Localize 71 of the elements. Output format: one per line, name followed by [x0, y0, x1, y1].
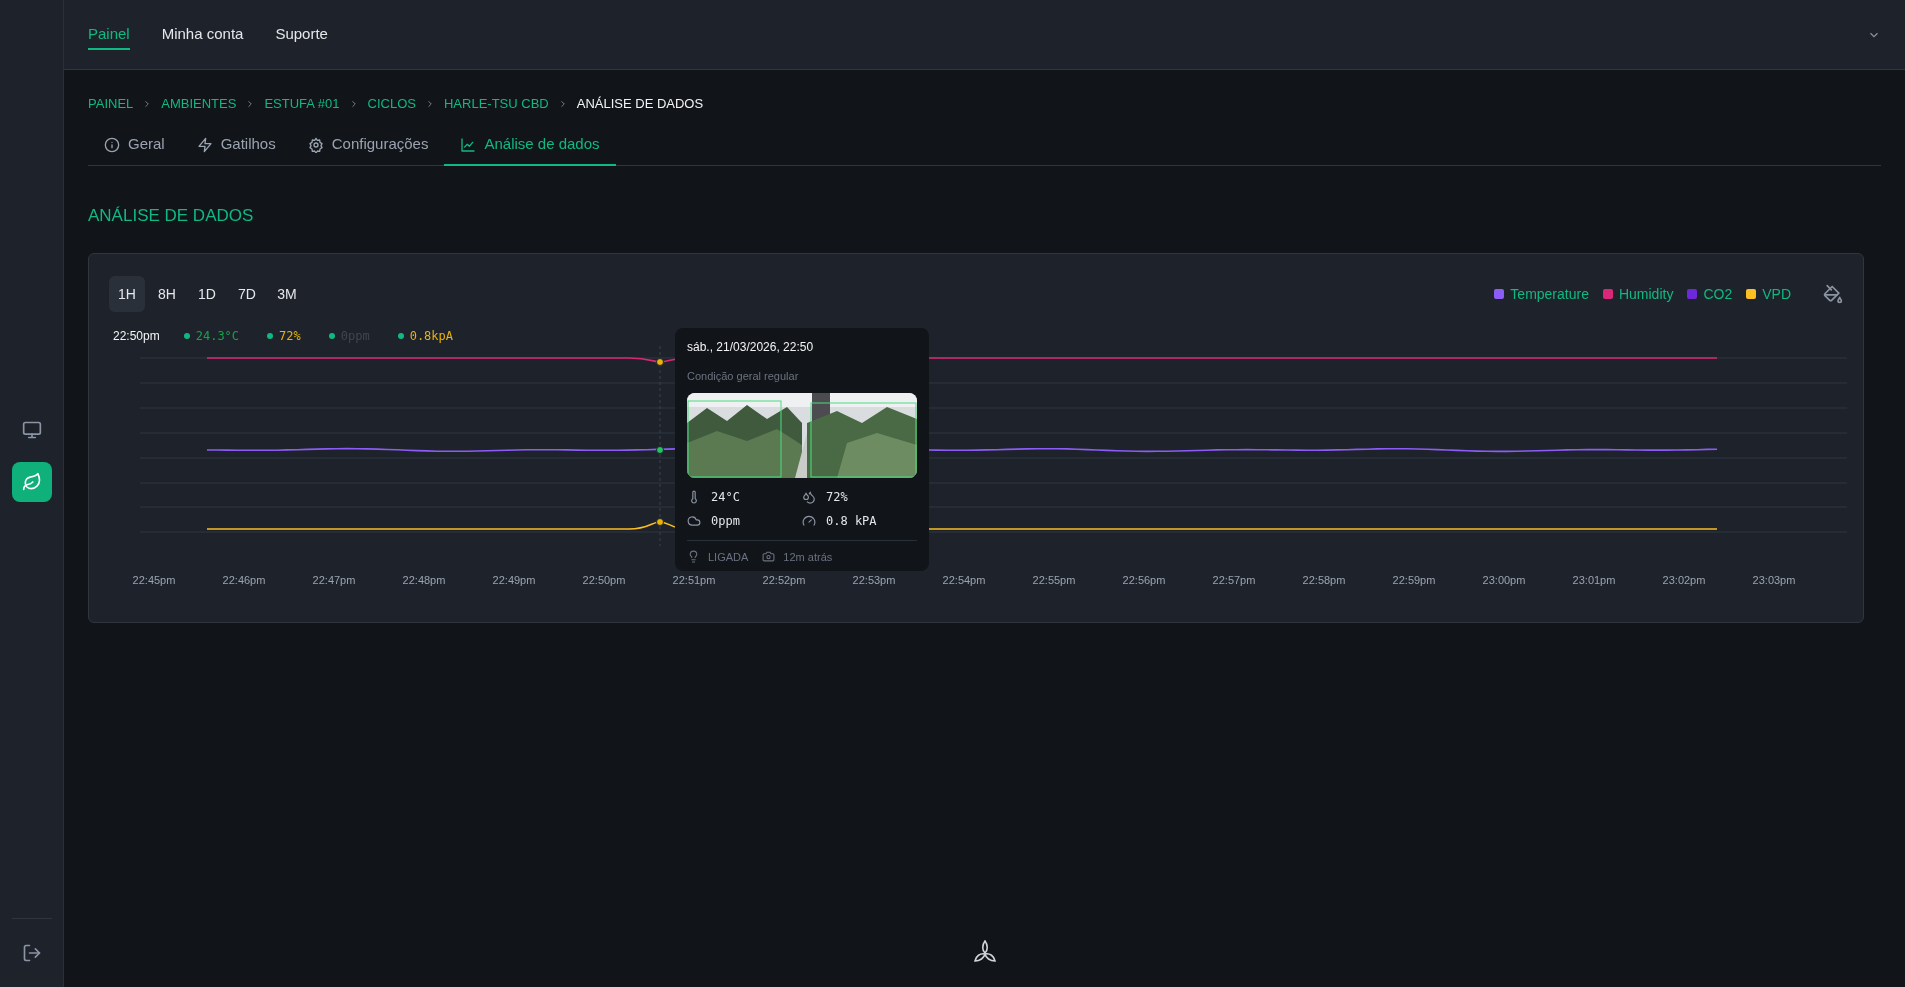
- data-point: [656, 518, 664, 526]
- time-ago-label: 12m atrás: [783, 549, 833, 565]
- metric-value: 0ppm: [711, 512, 740, 530]
- tooltip-subtitle: Condição geral regular: [687, 369, 800, 384]
- nav-link[interactable]: Minha conta: [161, 23, 244, 50]
- gauge-icon: [802, 513, 816, 528]
- breadcrumb-link[interactable]: AMBIENTES: [161, 94, 237, 114]
- status-label: LIGADA: [708, 549, 749, 565]
- axis-label: 22:56pm: [1121, 573, 1167, 588]
- axis-label: 23:02pm: [1661, 573, 1707, 588]
- legend-label: CO2: [1703, 284, 1733, 304]
- data-point: [656, 358, 664, 366]
- range-button[interactable]: 1H: [109, 276, 145, 312]
- droplets-icon: [802, 489, 816, 504]
- axis-label: 22:45pm: [131, 573, 177, 588]
- axis-label: 23:00pm: [1481, 573, 1527, 588]
- axis-label: 22:57pm: [1211, 573, 1257, 588]
- cloud-icon: [687, 513, 701, 528]
- legend-label: Humidity: [1618, 284, 1674, 304]
- breadcrumb-link[interactable]: HARLE-TSU CBD: [443, 94, 549, 114]
- reading-value: 72%: [279, 328, 301, 345]
- tab[interactable]: Configurações: [291, 125, 445, 166]
- paint-bucket-icon[interactable]: [1823, 284, 1843, 304]
- section-title: ANÁLISE DE DADOS: [88, 204, 255, 227]
- range-button[interactable]: 8H: [149, 276, 185, 312]
- metric-value: 0.8 kPA: [826, 512, 877, 530]
- breadcrumb-link[interactable]: CICLOS: [367, 94, 416, 114]
- line-chart-icon: [460, 136, 477, 153]
- range-button[interactable]: 1D: [189, 276, 225, 312]
- reading-value: 24.3°C: [195, 328, 240, 345]
- range-button[interactable]: 7D: [229, 276, 265, 312]
- monitor-icon: [21, 420, 42, 440]
- time-label: 22:50pm: [113, 328, 160, 345]
- range-button[interactable]: 3M: [269, 276, 305, 312]
- axis-label: 23:01pm: [1571, 573, 1617, 588]
- sidebar-button[interactable]: [11, 462, 52, 502]
- axis-label: 22:48pm: [401, 573, 447, 588]
- axis-label: 22:49pm: [491, 573, 537, 588]
- legend-label: Temperature: [1510, 284, 1589, 304]
- breadcrumb-link[interactable]: ESTUFA #01: [264, 94, 340, 114]
- logout-icon[interactable]: [21, 943, 42, 963]
- settings-icon: [307, 136, 324, 153]
- reading-value: 0.8kpA: [409, 328, 453, 345]
- axis-label: 22:46pm: [221, 573, 267, 588]
- leaf-icon: [21, 472, 42, 492]
- tab[interactable]: Gatilhos: [180, 125, 292, 166]
- axis-label: 23:03pm: [1751, 573, 1797, 588]
- nav-link[interactable]: Suporte: [275, 23, 328, 50]
- axis-label: 22:54pm: [941, 573, 987, 588]
- axis-label: 22:50pm: [581, 573, 627, 588]
- metric-value: 72%: [826, 488, 848, 506]
- camera-icon: [762, 550, 776, 564]
- axis-label: 22:58pm: [1301, 573, 1347, 588]
- nav-link[interactable]: Painel: [88, 23, 130, 50]
- axis-label: 22:47pm: [311, 573, 357, 588]
- axis-label: 22:53pm: [851, 573, 897, 588]
- info-icon: [104, 136, 120, 153]
- lightning-icon: [196, 136, 213, 153]
- legend-label: VPD: [1762, 284, 1791, 304]
- breadcrumb-current[interactable]: ANÁLISE DE DADOS: [576, 94, 704, 114]
- axis-label: 22:51pm: [671, 573, 717, 588]
- tab[interactable]: Geral: [88, 125, 181, 166]
- data-point: [656, 446, 664, 454]
- axis-label: 22:59pm: [1391, 573, 1437, 588]
- tooltip-title: sáb., 21/03/2026, 22:50: [687, 339, 815, 356]
- breadcrumb-link[interactable]: PAINEL: [88, 94, 134, 114]
- axis-label: 22:55pm: [1031, 573, 1077, 588]
- axis-label: 22:52pm: [761, 573, 807, 588]
- lightbulb-icon: [687, 550, 700, 564]
- metric-value: 24°C: [711, 488, 740, 506]
- tab[interactable]: Análise de dados: [444, 125, 616, 166]
